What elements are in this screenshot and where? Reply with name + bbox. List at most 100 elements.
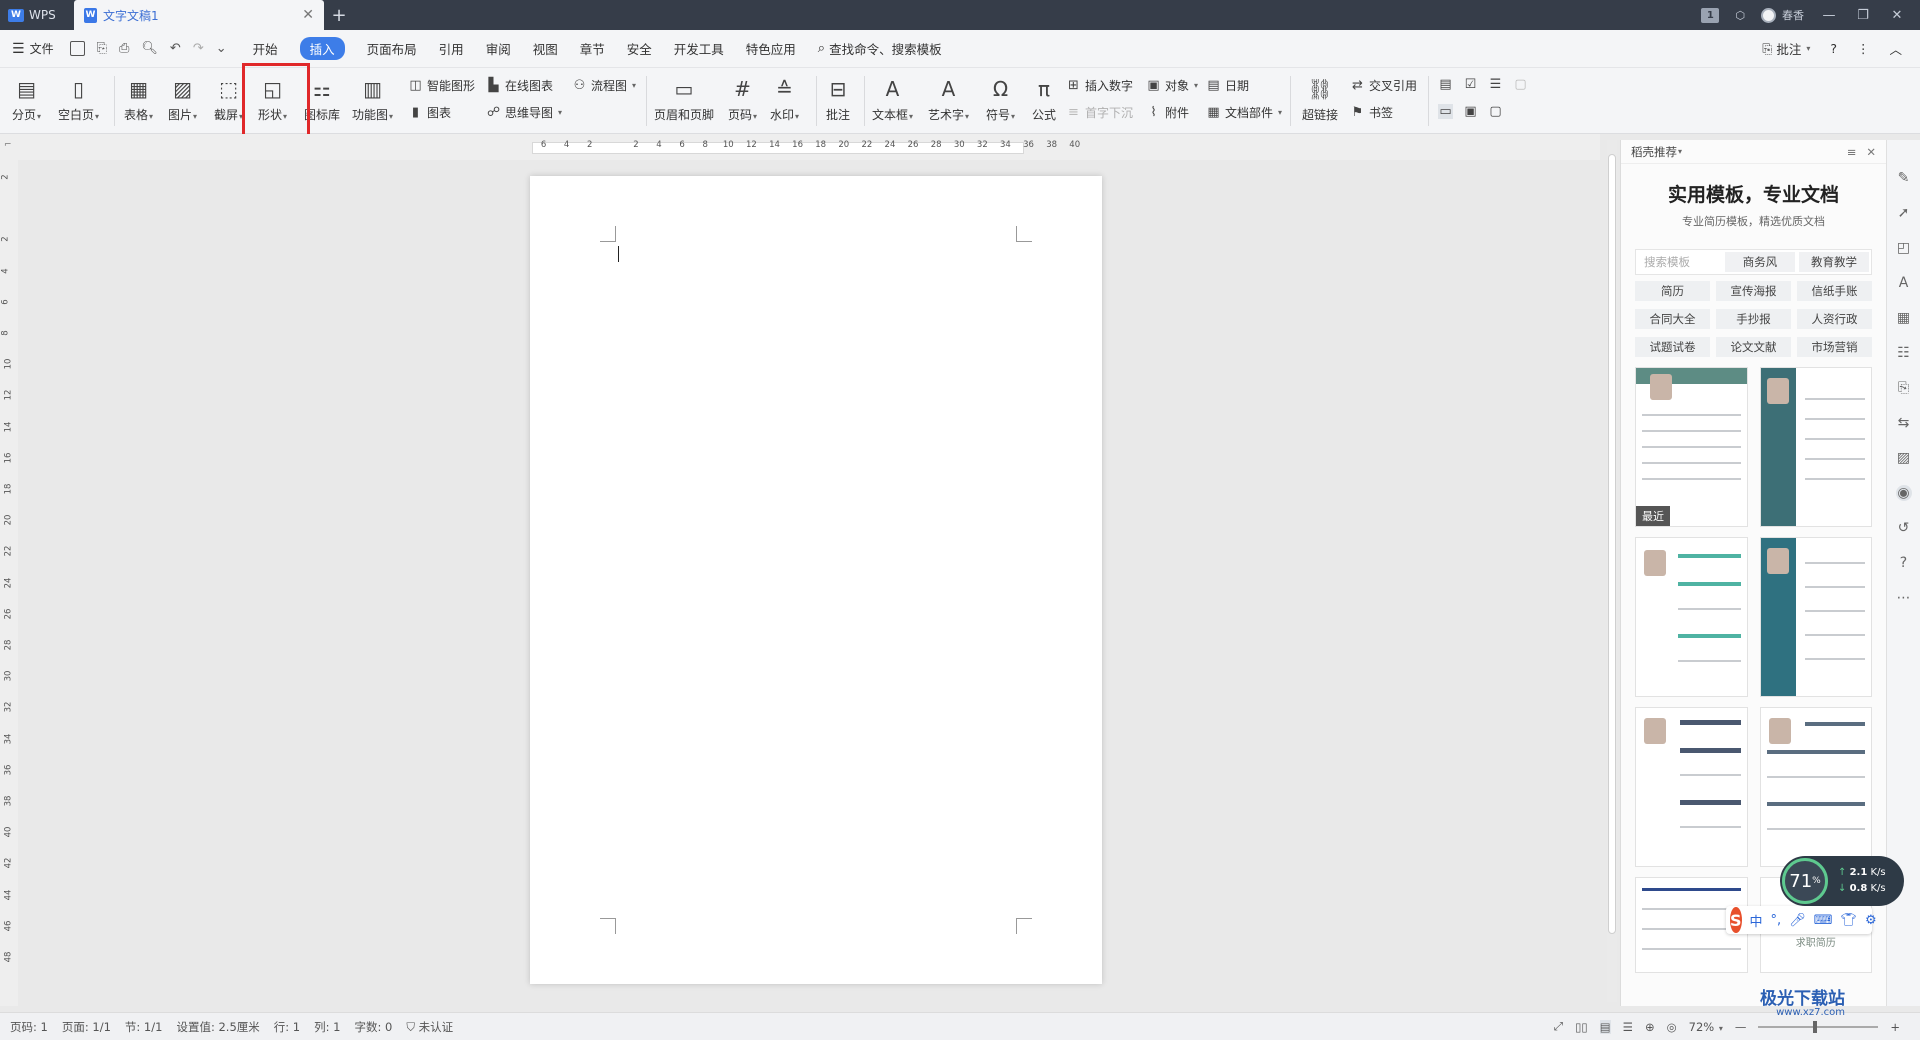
skin-icon[interactable]: ⬡ — [1735, 9, 1745, 22]
template-thumb[interactable] — [1635, 707, 1748, 867]
template-thumb[interactable] — [1759, 707, 1872, 867]
note-view-icon[interactable]: ▢ — [1513, 77, 1528, 92]
print-preview-icon[interactable]: 🔍︎ — [141, 41, 158, 56]
print-icon[interactable]: ⎙ — [119, 41, 129, 56]
file-menu[interactable]: ☰ 文件 — [12, 40, 54, 57]
status-column[interactable]: 列: 1 — [314, 1019, 340, 1035]
vertical-scrollbar[interactable] — [1607, 140, 1617, 1002]
outline-mode-icon[interactable]: ☰ — [1623, 1020, 1633, 1034]
chip-business[interactable]: 商务风 — [1725, 252, 1795, 272]
cursor-icon[interactable]: ➚ — [1896, 205, 1912, 221]
web-view-icon[interactable]: ▢ — [1488, 104, 1503, 119]
template-active-icon[interactable]: ◉ — [1895, 485, 1912, 501]
microphone-icon[interactable]: 🎤︎ — [1789, 913, 1806, 928]
close-window-icon[interactable]: ✕ — [1888, 8, 1906, 23]
user-account[interactable]: 春香 — [1761, 7, 1804, 23]
zoom-in-icon[interactable]: + — [1890, 1020, 1900, 1034]
scroll-thumb[interactable] — [1608, 154, 1616, 934]
bookmark-button[interactable]: ⚑ 书签 — [1350, 104, 1393, 121]
page-view-icon[interactable]: ▭ — [1438, 104, 1453, 119]
page-mode-icon[interactable]: ▤ — [1599, 1019, 1611, 1034]
header-footer-button[interactable]: ▭ 页眉和页脚 — [654, 68, 714, 123]
minimize-icon[interactable]: — — [1820, 8, 1838, 23]
pen-icon[interactable]: ✎ — [1896, 170, 1912, 186]
attachment-button[interactable]: ⌇ 附件 — [1146, 104, 1189, 121]
horizontal-ruler[interactable]: ⌐ 6 4 2 2 4 6 8 10 12 14 16 18 20 22 24 26 28 30 32 34 36 38 4… — [0, 134, 1600, 160]
panel-close-icon[interactable]: ✕ — [1866, 145, 1876, 159]
ime-mode[interactable]: 中 — [1750, 911, 1763, 930]
check-view-icon[interactable]: ☑ — [1463, 77, 1478, 92]
tab-references[interactable]: 引用 — [439, 39, 464, 58]
zoom-out-icon[interactable]: — — [1735, 1020, 1747, 1034]
new-tab-icon[interactable]: + — [324, 5, 354, 26]
status-setting[interactable]: 设置值: 2.5厘米 — [176, 1019, 259, 1035]
layout-view-icon[interactable]: ▤ — [1438, 77, 1453, 92]
save-icon[interactable] — [69, 41, 85, 56]
zoom-knob[interactable] — [1813, 1020, 1818, 1033]
network-speed-widget[interactable]: 71% ↑ 2.1 K/s ↓ 0.8 K/s — [1780, 856, 1904, 906]
zoom-slider[interactable] — [1758, 1020, 1879, 1033]
restore-icon[interactable]: ❐ — [1854, 8, 1872, 23]
help-circle-icon[interactable]: ? — [1896, 555, 1912, 571]
customize-chevron-icon[interactable]: ⌄ — [216, 41, 227, 56]
page-number-button[interactable]: # 页码▾ — [728, 68, 757, 123]
category-marketing[interactable]: 市场营销 — [1797, 337, 1872, 357]
tab-insert[interactable]: 插入 — [299, 37, 345, 60]
insert-number-button[interactable]: ⊞ 插入数字 — [1066, 77, 1133, 94]
certification-status[interactable]: ⛉ 未认证 — [406, 1019, 453, 1035]
close-tab-icon[interactable]: ✕ — [302, 7, 314, 23]
smart-art-button[interactable]: ◫ 智能图形 — [408, 77, 475, 94]
ime-toolbar[interactable]: S 中 °, 🎤︎ ⌨ 👕︎ ⚙ — [1726, 906, 1877, 934]
panel-header-label[interactable]: 稻壳推荐 — [1631, 144, 1677, 160]
doc-parts-button[interactable]: ▦ 文档部件 ▾ — [1206, 104, 1282, 121]
export-pdf-icon[interactable]: ⎘ — [97, 41, 107, 56]
style-icon[interactable]: A — [1896, 275, 1912, 291]
status-page[interactable]: 页面: 1/1 — [62, 1019, 111, 1035]
category-exams[interactable]: 试题试卷 — [1635, 337, 1710, 357]
tab-security[interactable]: 安全 — [627, 39, 652, 58]
object-button[interactable]: ▣ 对象 ▾ — [1146, 77, 1198, 94]
tab-start[interactable]: 开始 — [253, 39, 278, 58]
tab-page-layout[interactable]: 页面布局 — [367, 39, 417, 58]
status-row[interactable]: 行: 1 — [274, 1019, 300, 1035]
tab-review[interactable]: 审阅 — [486, 39, 511, 58]
chip-education[interactable]: 教育教学 — [1799, 252, 1869, 272]
table-button[interactable]: ▦ 表格▾ — [124, 68, 153, 123]
tab-special-apps[interactable]: 特色应用 — [746, 39, 796, 58]
hyperlink-button[interactable]: ⛓ 超链接 — [1302, 68, 1338, 123]
chart-button[interactable]: ▮ 图表 — [408, 104, 451, 121]
template-search-input[interactable]: 搜索模板 — [1636, 250, 1723, 274]
category-hr[interactable]: 人资行政 — [1797, 309, 1872, 329]
read-mode-icon[interactable]: ▯▯ — [1575, 1020, 1588, 1034]
status-section[interactable]: 节: 1/1 — [125, 1019, 163, 1035]
skin-palette-icon[interactable]: 👕︎ — [1840, 913, 1857, 928]
more-icon[interactable]: ⋮ — [1857, 41, 1870, 56]
panel-menu-icon[interactable]: ≡ — [1847, 145, 1857, 159]
textbox-button[interactable]: A 文本框▾ — [872, 68, 913, 123]
category-stationery[interactable]: 信纸手账 — [1797, 281, 1872, 301]
web-mode-icon[interactable]: ⊕ — [1645, 1020, 1655, 1034]
document-canvas[interactable] — [18, 160, 1600, 1006]
mindmap-button[interactable]: ☍ 思维导图 ▾ — [486, 104, 562, 121]
help-icon[interactable]: ? — [1830, 41, 1837, 56]
status-page-number[interactable]: 页码: 1 — [10, 1019, 48, 1035]
share-icon[interactable]: ⇆ — [1896, 415, 1912, 431]
template-thumb[interactable] — [1759, 537, 1872, 697]
document-page[interactable] — [530, 176, 1102, 984]
fullscreen-icon[interactable]: ⤢ — [1554, 1019, 1563, 1034]
symbol-button[interactable]: Ω 符号▾ — [986, 68, 1015, 123]
category-contracts[interactable]: 合同大全 — [1635, 309, 1710, 329]
template-thumb[interactable]: 最近 — [1635, 367, 1748, 527]
page-break-button[interactable]: ▤ 分页▾ — [12, 68, 41, 123]
punctuation-icon[interactable]: °, — [1771, 913, 1782, 928]
cross-reference-button[interactable]: ⇄ 交叉引用 — [1350, 77, 1417, 94]
table-panel-icon[interactable]: ▦ — [1896, 310, 1912, 326]
history-icon[interactable]: ↺ — [1896, 520, 1912, 536]
category-poster[interactable]: 宣传海报 — [1716, 281, 1791, 301]
undo-icon[interactable]: ↶ — [170, 41, 181, 56]
category-handmade[interactable]: 手抄报 — [1716, 309, 1791, 329]
zoom-level[interactable]: 72% ▾ — [1689, 1020, 1723, 1034]
paste-icon[interactable]: ⎘ — [1896, 380, 1912, 396]
list-view-icon[interactable]: ☰ — [1488, 77, 1503, 92]
formula-button[interactable]: π 公式 — [1032, 68, 1056, 123]
